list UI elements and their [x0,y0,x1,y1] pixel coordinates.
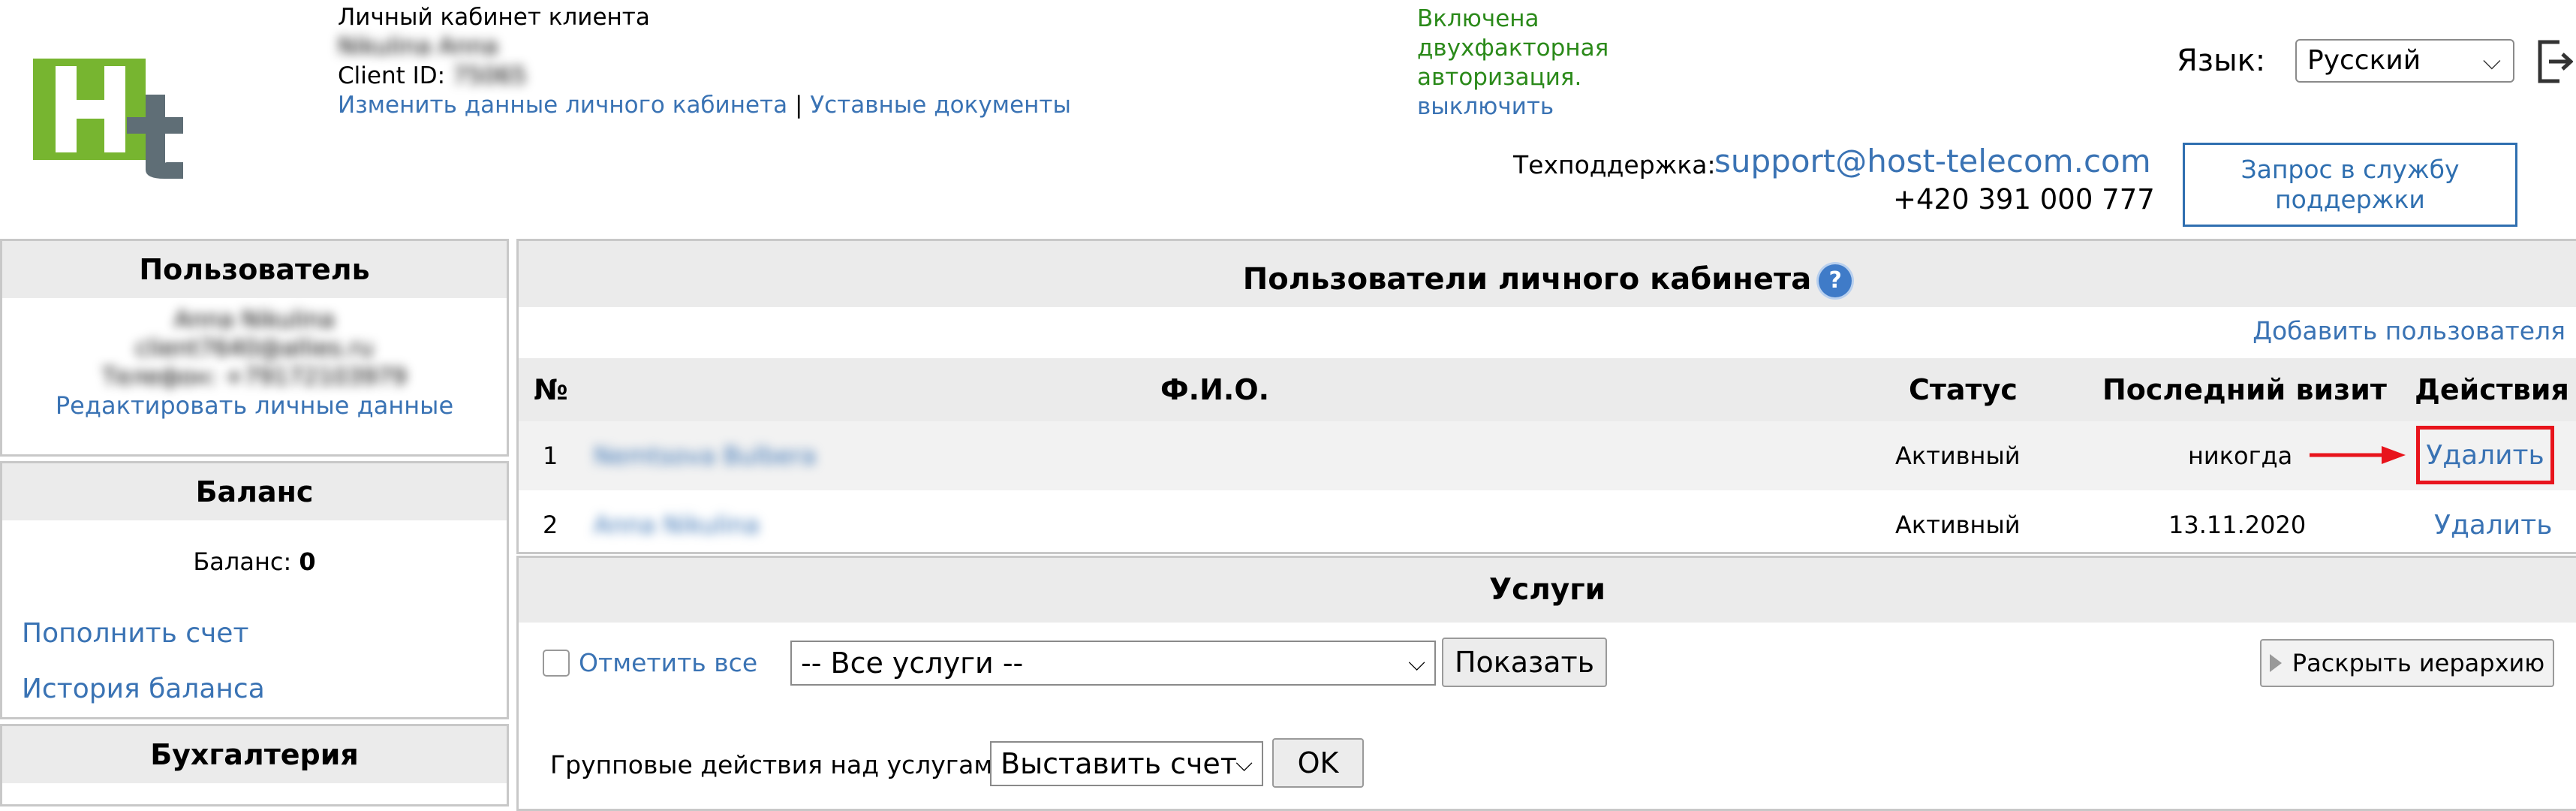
client-id-label: Client ID: [338,62,446,89]
col-status: Статус [1909,373,2018,406]
show-button[interactable]: Показать [1442,638,1607,687]
user-panel-title: Пользователь [2,241,507,298]
group-action-select[interactable]: Выставить счет ⌵ [990,741,1263,786]
twofa-line-1: Включена [1417,5,1539,32]
cabinet-users-title: Пользователи личного кабинета? [519,241,2576,307]
row-name-link[interactable]: Nemtsova Bulbera [594,421,816,490]
logout-icon[interactable] [2537,39,2573,84]
chevron-down-icon: ⌵ [2482,47,2501,75]
twofa-disable-link[interactable]: выключить [1417,92,1608,122]
client-id-value: 75065 [452,62,527,89]
add-user-link[interactable]: Добавить пользователя [2252,316,2565,345]
twofa-line-3: авторизация. [1417,64,1582,91]
balance-label: Баланс: [193,547,292,576]
play-icon [2269,654,2282,672]
balance-panel-title: Баланс [2,463,507,520]
col-last-visit: Последний визит [2102,373,2387,406]
annotation-arrow [2310,446,2406,464]
services-panel: Услуги Отметить все -- Все услуги -- ⌵ П… [516,556,2576,811]
support-label: Техподдержка: [1513,150,1716,179]
balance-history-link[interactable]: История баланса [22,674,265,704]
user-email: client7640@allies.ru [135,335,374,362]
delete-button[interactable]: Удалить [2426,440,2544,471]
edit-personal-link[interactable]: Редактировать личные данные [2,391,507,420]
header-links: Изменить данные личного кабинета | Устав… [338,91,1071,120]
cabinet-users-title-text: Пользователи личного кабинета [1242,262,1812,297]
accounting-panel-title: Бухгалтерия [2,726,507,783]
balance-row: Баланс: 0 [2,547,507,576]
row-last-visit: 13.11.2020 [2168,511,2307,539]
chevron-down-icon: ⌵ [1235,750,1253,777]
row-num: 2 [543,511,558,539]
services-filter-value: -- Все услуги -- [801,647,1024,680]
table-row: 2 Anna Nikulina Активный 13.11.2020 Удал… [519,490,2576,559]
cabinet-title: Личный кабинет клиента [338,4,650,31]
edit-cabinet-link[interactable]: Изменить данные личного кабинета [338,92,787,119]
row-name-link[interactable]: Anna Nikulina [594,490,760,559]
expand-hierarchy-label: Раскрыть иерархию [2292,649,2545,677]
top-up-link[interactable]: Пополнить счет [22,618,248,649]
user-phone: Телефон: +79172103979 [102,363,407,390]
support-button-line-2: поддержки [2275,185,2425,214]
cabinet-users-panel: Пользователи личного кабинета? Добавить … [516,239,2576,554]
help-icon[interactable]: ? [1819,264,1852,297]
col-num: № [534,373,568,406]
delete-highlight-box: Удалить [2416,426,2554,484]
language-label: Язык: [2177,44,2266,78]
chevron-down-icon: ⌵ [1408,650,1425,677]
support-email-link[interactable]: support@host-telecom.com [1714,143,2151,179]
two-factor-status: Включена двухфакторная авторизация. выкл… [1417,5,1608,122]
table-header: № Ф.И.О. Статус Последний визит Действия [519,358,2576,421]
host-telecom-logo [33,59,183,179]
expand-hierarchy-button[interactable]: Раскрыть иерархию [2260,639,2554,687]
ok-button[interactable]: OK [1272,738,1364,788]
link-separator: | [794,92,803,119]
select-all-checkbox[interactable] [543,650,570,677]
language-value: Русский [2307,45,2421,76]
support-button-line-1: Запрос в службу [2240,155,2460,184]
user-panel: Пользователь Anna Nikulina client7640@al… [0,239,509,457]
accounting-panel: Бухгалтерия [0,724,509,806]
twofa-line-2: двухфакторная [1417,35,1609,62]
row-num: 1 [543,442,558,470]
balance-value: 0 [299,547,316,576]
row-status: Активный [1895,511,2021,539]
select-all-link[interactable]: Отметить все [579,648,757,677]
support-request-button[interactable]: Запрос в службу поддержки [2183,143,2517,227]
col-name: Ф.И.О. [1160,373,1270,406]
client-info: Личный кабинет клиента Nikulina Anna Cli… [338,3,1071,120]
statutory-docs-link[interactable]: Уставные документы [810,92,1071,119]
user-name: Anna Nikulina [174,306,335,333]
group-actions-label: Групповые действия над услугами [550,750,1009,779]
group-action-value: Выставить счет [1001,747,1237,780]
col-actions: Действия [2415,373,2569,406]
delete-button[interactable]: Удалить [2434,490,2552,559]
balance-panel: Баланс Баланс: 0 Пополнить счет История … [0,461,509,719]
language-select[interactable]: Русский ⌵ [2295,39,2514,83]
table-row: 1 Nemtsova Bulbera Активный никогда Удал… [519,421,2576,490]
services-title: Услуги [519,558,2576,623]
row-last-visit: никогда [2188,442,2293,470]
row-status: Активный [1895,442,2021,470]
client-id: Client ID: 75065 [338,62,1071,91]
services-filter-select[interactable]: -- Все услуги -- ⌵ [790,641,1436,686]
support-phone: +420 391 000 777 [1893,183,2155,216]
client-name: Nikulina Anna [338,33,498,60]
